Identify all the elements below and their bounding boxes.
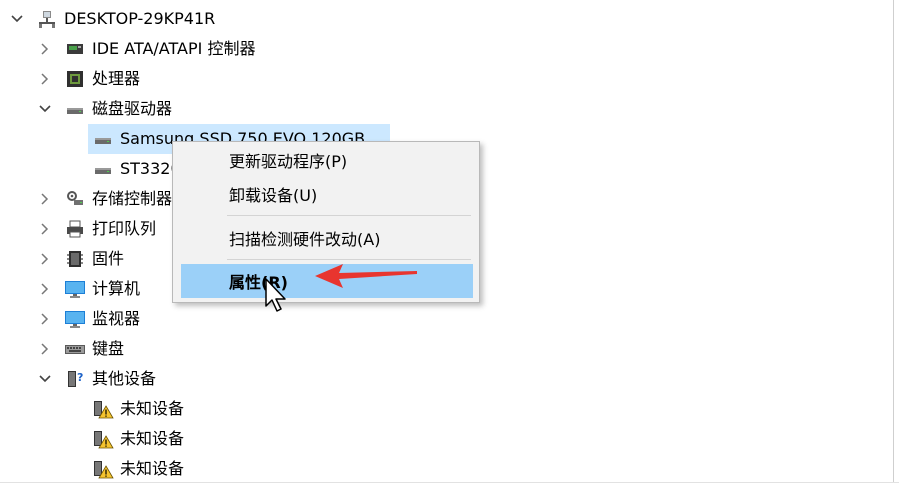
chevron-down-icon[interactable] (10, 12, 24, 26)
computer-name: DESKTOP-29KP41R (64, 9, 216, 28)
monitor-icon (64, 308, 86, 330)
menu-item-update-driver[interactable]: 更新驱动程序(P) (173, 143, 479, 177)
tree-root[interactable]: DESKTOP-29KP41R (10, 4, 215, 34)
chevron-right-icon[interactable] (38, 312, 52, 326)
ide-controller-icon (64, 38, 86, 60)
annotation-arrow-icon (315, 264, 417, 288)
tree-item-processor[interactable]: 处理器 (38, 64, 140, 94)
chevron-right-icon[interactable] (38, 222, 52, 236)
chevron-right-icon[interactable] (38, 72, 52, 86)
tree-item-unknown-device[interactable]: 未知设备 (92, 394, 184, 424)
tree-item-keyboards[interactable]: 键盘 (38, 334, 124, 364)
tree-item-ide-controller[interactable]: IDE ATA/ATAPI 控制器 (38, 34, 255, 64)
firmware-icon (64, 248, 86, 270)
disk-drive-icon (92, 158, 114, 180)
other-devices-icon: ? (64, 368, 86, 390)
tree-item-unknown-device[interactable]: 未知设备 (92, 424, 184, 454)
unknown-device-warning-icon (92, 398, 114, 420)
printer-icon (64, 218, 86, 240)
chevron-down-icon[interactable] (38, 372, 52, 386)
storage-controller-icon (64, 188, 86, 210)
chevron-right-icon[interactable] (38, 252, 52, 266)
chevron-down-icon[interactable] (38, 102, 52, 116)
tree-item-computer[interactable]: 计算机 (38, 274, 140, 304)
menu-item-uninstall-device[interactable]: 卸载设备(U) (173, 177, 479, 211)
chevron-right-icon[interactable] (38, 192, 52, 206)
tree-item-monitors[interactable]: 监视器 (38, 304, 140, 334)
computer-icon (64, 278, 86, 300)
tree-item-disk-drives[interactable]: 磁盘驱动器 (38, 94, 172, 124)
tree-item-firmware[interactable]: 固件 (38, 244, 124, 274)
mouse-cursor-icon (265, 278, 286, 312)
svg-text:?: ? (77, 371, 83, 384)
keyboard-icon (64, 338, 86, 360)
menu-separator (227, 215, 471, 216)
menu-item-scan-hardware-changes[interactable]: 扫描检测硬件改动(A) (173, 221, 479, 255)
window-right-border (893, 0, 894, 483)
chevron-right-icon[interactable] (38, 282, 52, 296)
unknown-device-warning-icon (92, 428, 114, 450)
tree-item-unknown-device[interactable]: 未知设备 (92, 454, 184, 484)
tree-item-other-devices[interactable]: ? 其他设备 (38, 364, 156, 394)
chevron-right-icon[interactable] (38, 342, 52, 356)
disk-drive-icon (92, 128, 114, 150)
processor-icon (64, 68, 86, 90)
disk-drive-icon (64, 98, 86, 120)
chevron-right-icon[interactable] (38, 42, 52, 56)
computer-network-icon (36, 8, 58, 30)
tree-item-print-queues[interactable]: 打印队列 (38, 214, 156, 244)
menu-separator (227, 259, 471, 260)
tree-item-storage-controllers[interactable]: 存储控制器 (38, 184, 172, 214)
unknown-device-warning-icon (92, 458, 114, 480)
